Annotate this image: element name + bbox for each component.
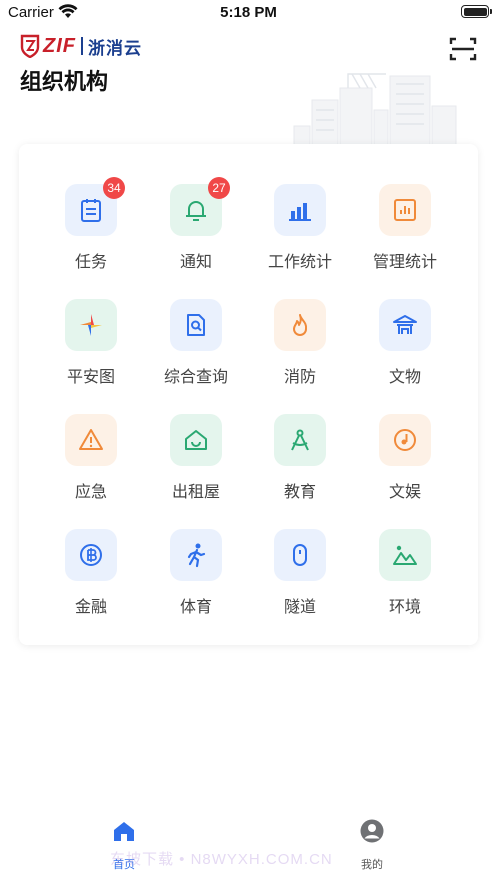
grid-item-label: 环境 (388, 597, 421, 616)
grid-item-label: 应急 (74, 482, 107, 501)
grid-item-label: 体育 (179, 597, 212, 616)
app-logo: ZIF 浙消云 (20, 34, 142, 59)
grid-item-entertainment[interactable]: 文娱 (350, 414, 460, 514)
pinwheel-icon (80, 314, 102, 336)
battery-icon (461, 5, 489, 18)
grid-item-label: 综合查询 (163, 367, 228, 386)
grid-item-environment[interactable]: 环境 (350, 529, 460, 629)
work-stats-tile[interactable] (274, 184, 326, 236)
watermark-text: 东坡下载 • N8WYXH.COM.CN (110, 851, 333, 868)
grid-item-label: 教育 (283, 482, 316, 501)
grid-item-label: 文物 (388, 367, 421, 386)
bell-icon (186, 201, 206, 221)
music-disc-icon (394, 429, 416, 451)
coin-icon (80, 544, 102, 566)
stats-board-icon (394, 199, 416, 221)
grid-item-sports[interactable]: 体育 (141, 529, 251, 629)
pavilion-icon (393, 315, 417, 334)
house-icon (185, 430, 207, 450)
tunnel-icon (293, 544, 307, 566)
grid-item-label: 隧道 (283, 597, 316, 616)
grid-item-notice[interactable]: 27 通知 (141, 177, 251, 284)
bar-chart-icon (289, 203, 311, 221)
grid-item-label: 通知 (179, 252, 212, 271)
grid-item-management-stats[interactable]: 管理统计 (350, 184, 460, 284)
entertainment-tile[interactable] (379, 414, 431, 466)
search-tile[interactable] (170, 299, 222, 351)
grid-item-label: 管理统计 (372, 252, 437, 271)
logo-brand-letters: ZIF (43, 34, 76, 57)
tab-mine-label: 我的 (361, 858, 383, 871)
logo-brand-name: 浙消云 (88, 38, 142, 59)
clipboard-icon (81, 199, 101, 222)
grid-item-search[interactable]: 综合查询 (141, 299, 251, 399)
shield-logo-icon (20, 34, 40, 58)
grid-item-label: 任务 (74, 252, 107, 271)
sports-tile[interactable] (170, 529, 222, 581)
fire-tile[interactable] (274, 299, 326, 351)
user-profile-icon (360, 819, 384, 843)
grid-item-safety-map[interactable]: 平安图 (36, 299, 146, 399)
grid-item-label: 工作统计 (267, 252, 332, 271)
scan-icon[interactable] (449, 36, 477, 62)
mountain-icon (393, 545, 417, 565)
tunnel-tile[interactable] (274, 529, 326, 581)
grid-item-tunnel[interactable]: 隧道 (245, 529, 355, 629)
page-title: 组织机构 (20, 70, 109, 95)
bottom-tab-bar: 首页 我的 (0, 810, 497, 883)
safety-map-tile[interactable] (65, 299, 117, 351)
grid-item-task[interactable]: 34 任务 (36, 177, 146, 284)
finance-tile[interactable] (65, 529, 117, 581)
rental-housing-tile[interactable] (170, 414, 222, 466)
grid-item-label: 消防 (283, 367, 316, 386)
grid-item-label: 金融 (74, 597, 107, 616)
flame-icon (293, 314, 308, 336)
management-stats-tile[interactable] (379, 184, 431, 236)
emergency-tile[interactable] (65, 414, 117, 466)
runner-icon (187, 543, 206, 568)
grid-item-fire[interactable]: 消防 (245, 299, 355, 399)
grid-item-education[interactable]: 教育 (245, 414, 355, 514)
task-badge: 34 (103, 177, 125, 199)
grid-item-label: 平安图 (66, 367, 115, 386)
grid-item-finance[interactable]: 金融 (36, 529, 146, 629)
tab-mine[interactable]: 我的 (332, 816, 412, 871)
grid-item-emergency[interactable]: 应急 (36, 414, 146, 514)
notice-badge: 27 (208, 177, 230, 199)
battery-cap (490, 9, 492, 14)
environment-tile[interactable] (379, 529, 431, 581)
grid-item-label: 文娱 (388, 482, 421, 501)
grid-item-work-stats[interactable]: 工作统计 (245, 184, 355, 284)
clock: 5:18 PM (220, 4, 277, 21)
logo-divider (81, 37, 83, 55)
document-search-icon (187, 314, 205, 336)
relics-tile[interactable] (379, 299, 431, 351)
grid-item-rental-housing[interactable]: 出租屋 (141, 414, 251, 514)
city-building-illustration (293, 73, 457, 150)
grid-item-label: 出租屋 (171, 482, 220, 501)
education-tile[interactable] (274, 414, 326, 466)
grid-item-relics[interactable]: 文物 (350, 299, 460, 399)
function-grid-card: 34 任务 27 通知 工作统计 管理统计 平安图 综合查询 消防 文物 应急 … (19, 144, 478, 645)
home-icon (114, 822, 134, 841)
status-bar: Carrier 5:18 PM (0, 0, 497, 26)
compass-icon (291, 429, 309, 451)
warning-icon (79, 429, 103, 450)
